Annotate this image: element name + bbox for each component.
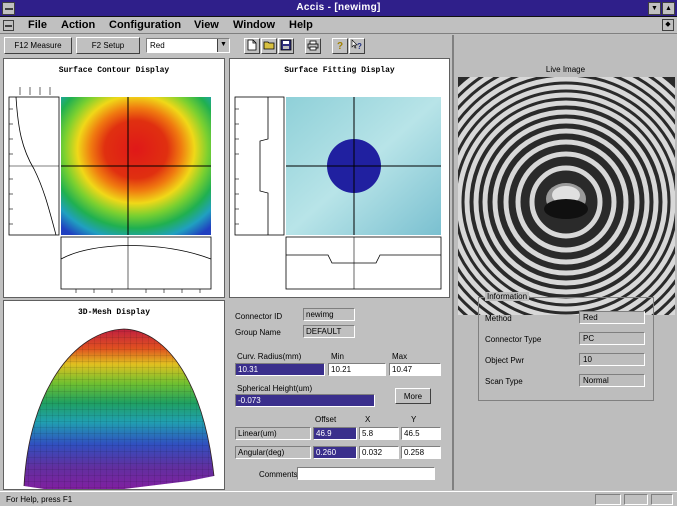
- mesh-panel: 3D-Mesh Display: [3, 300, 225, 490]
- info-connector-type-label: Connector Type: [485, 335, 542, 344]
- menu-file[interactable]: File: [28, 19, 47, 31]
- surface-contour-panel: Surface Contour Display: [3, 58, 225, 298]
- surface-fitting-panel: Surface Fitting Display: [229, 58, 450, 298]
- curv-radius-label: Curv. Radius(mm): [237, 352, 302, 361]
- min-label: Min: [331, 352, 344, 361]
- curv-max-field[interactable]: 10.47: [389, 363, 441, 376]
- info-scan-type-value: Normal: [579, 374, 645, 387]
- connector-id-label: Connector ID: [235, 312, 283, 321]
- info-object-pwr-label: Object Pwr: [485, 356, 525, 365]
- angular-offset-field[interactable]: 0.260: [313, 446, 357, 459]
- print-icon[interactable]: [305, 38, 321, 54]
- svg-text:?: ?: [357, 42, 362, 51]
- spherical-height-label: Spherical Height(um): [237, 384, 313, 393]
- fringe-pattern: [458, 77, 675, 315]
- curv-min-field[interactable]: 10.21: [328, 363, 386, 376]
- menu-help[interactable]: Help: [289, 19, 313, 31]
- window-title: Accis - [newimg]: [296, 2, 381, 13]
- setup-button[interactable]: F2 Setup: [76, 37, 140, 54]
- angular-x-field[interactable]: 0.032: [359, 446, 399, 459]
- menu-window[interactable]: Window: [233, 19, 275, 31]
- data-panel: Connector ID newimg Group Name DEFAULT C…: [229, 298, 450, 490]
- more-button[interactable]: More: [395, 388, 431, 404]
- linear-label: Linear(um): [235, 427, 311, 440]
- linear-x-field[interactable]: 5.8: [359, 427, 399, 440]
- fitting-plot[interactable]: [230, 59, 450, 298]
- angular-label: Angular(deg): [235, 446, 311, 459]
- information-title: Information: [485, 292, 530, 301]
- live-image: [458, 77, 675, 315]
- live-image-label: Live Image: [545, 65, 586, 74]
- y-label: Y: [411, 415, 417, 424]
- color-select-value: Red: [150, 41, 165, 50]
- status-text: For Help, press F1: [6, 495, 73, 504]
- about-icon[interactable]: ?: [332, 38, 348, 54]
- context-help-icon[interactable]: ?: [349, 38, 365, 54]
- document-menu-icon[interactable]: [3, 20, 14, 31]
- group-name-field[interactable]: DEFAULT: [303, 325, 355, 338]
- info-method-label: Method: [485, 314, 512, 323]
- minimize-button[interactable]: ▼: [648, 2, 661, 15]
- title-bar: Accis - [newimg] ▼ ▲: [0, 0, 677, 17]
- svg-text:?: ?: [337, 41, 343, 51]
- spherical-height-field[interactable]: -0.073: [235, 394, 375, 407]
- menu-view[interactable]: View: [194, 19, 219, 31]
- x-label: X: [365, 415, 371, 424]
- info-method-value: Red: [579, 311, 645, 324]
- save-icon[interactable]: [278, 38, 294, 54]
- comments-label: Comments: [259, 470, 298, 479]
- info-scan-type-label: Scan Type: [485, 377, 523, 386]
- status-cell: [595, 494, 621, 505]
- toolbar: F12 Measure F2 Setup Red ▼ ? ?: [0, 35, 452, 57]
- comments-field[interactable]: [297, 467, 435, 480]
- color-select[interactable]: Red ▼: [146, 38, 230, 53]
- live-panel: Live Image Information Method Red Connec…: [452, 35, 677, 490]
- maximize-button[interactable]: ▲: [662, 2, 675, 15]
- chevron-down-icon[interactable]: ▼: [217, 39, 229, 52]
- info-object-pwr-value: 10: [579, 353, 645, 366]
- menu-action[interactable]: Action: [61, 19, 95, 31]
- status-cell: [624, 494, 648, 505]
- menu-bar: File Action Configuration View Window He…: [0, 17, 677, 34]
- angular-y-field[interactable]: 0.258: [401, 446, 441, 459]
- group-name-label: Group Name: [235, 328, 281, 337]
- status-bar: For Help, press F1: [0, 491, 677, 506]
- open-folder-icon[interactable]: [261, 38, 277, 54]
- linear-offset-field[interactable]: 46.9: [313, 427, 357, 440]
- linear-y-field[interactable]: 46.5: [401, 427, 441, 440]
- info-connector-type-value: PC: [579, 332, 645, 345]
- new-file-icon[interactable]: [244, 38, 260, 54]
- restore-icon[interactable]: ◆: [662, 19, 674, 31]
- status-cell: [651, 494, 673, 505]
- menu-configuration[interactable]: Configuration: [109, 19, 181, 31]
- information-group: Information Method Red Connector Type PC…: [478, 292, 654, 401]
- measure-button[interactable]: F12 Measure: [4, 37, 72, 54]
- curv-radius-field[interactable]: 10.31: [235, 363, 325, 376]
- connector-id-field[interactable]: newimg: [303, 308, 355, 321]
- mesh-plot[interactable]: [4, 301, 225, 490]
- contour-plot[interactable]: [4, 59, 225, 298]
- offset-label: Offset: [315, 415, 337, 424]
- max-label: Max: [392, 352, 408, 361]
